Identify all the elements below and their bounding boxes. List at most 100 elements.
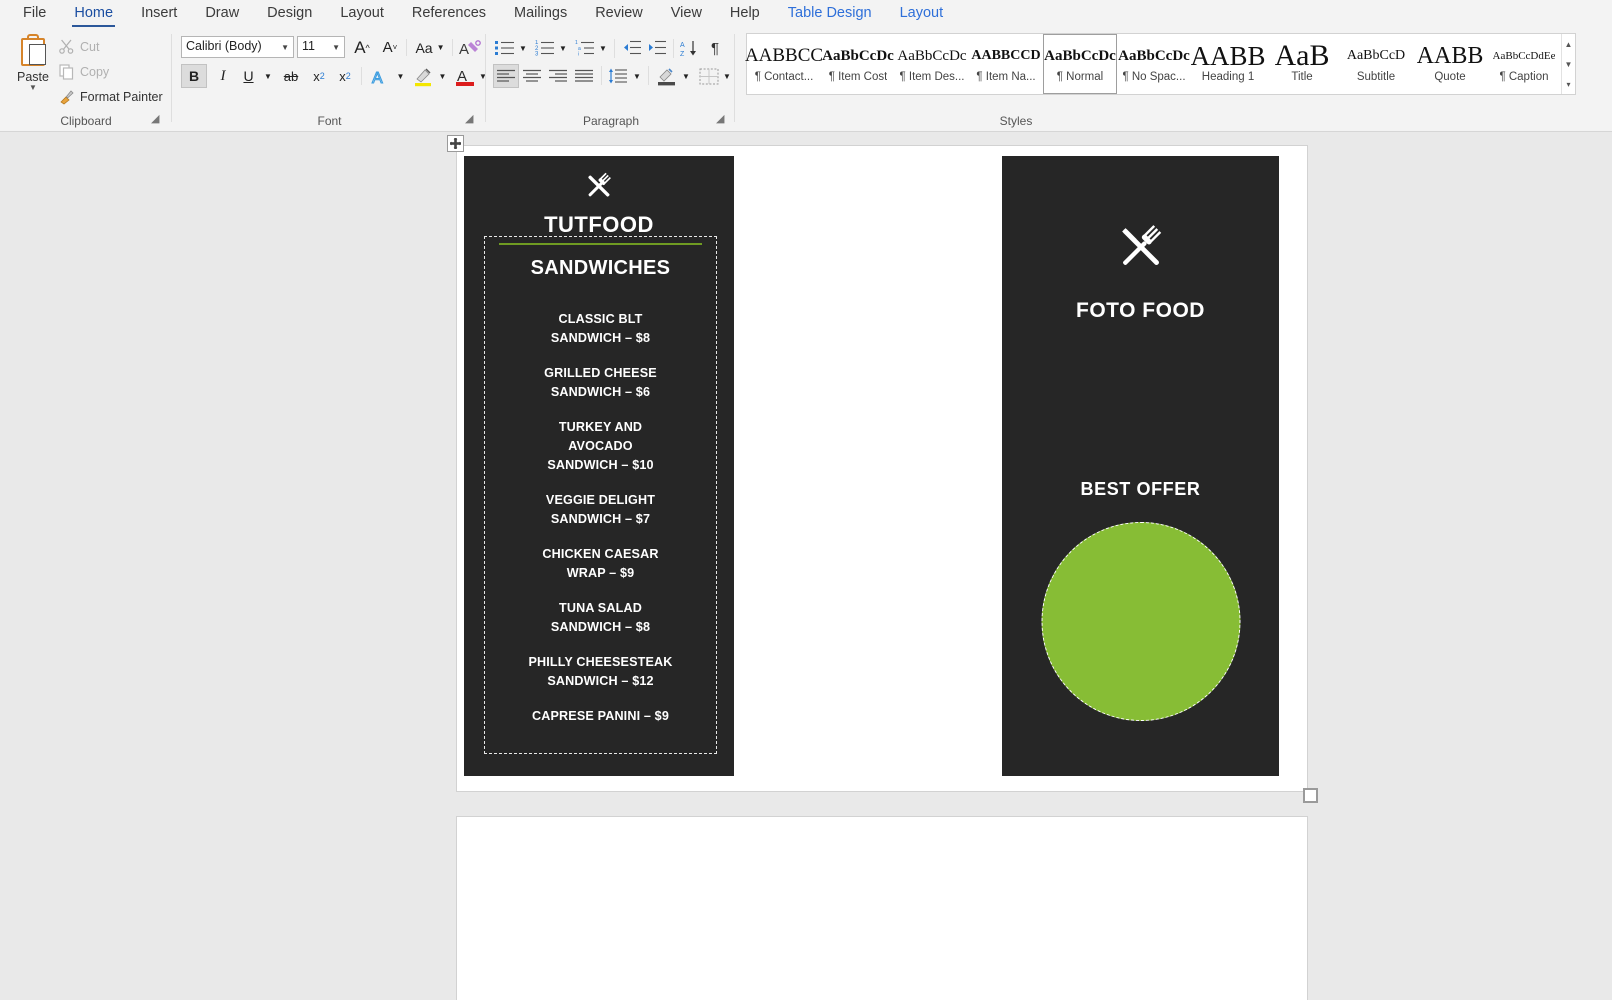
tab-references[interactable]: References [399,2,499,26]
font-size-combo[interactable]: 11 ▼ [297,36,345,58]
clear-formatting-button[interactable]: A [457,36,482,59]
subscript-button[interactable]: x2 [306,64,332,88]
copy-button[interactable]: Copy [58,63,109,80]
style-name: Subtitle [1356,71,1396,83]
style-item-2[interactable]: AaBbCcDc ¶ Item Des... [895,34,969,94]
ribbon-tab-bar: File Home Insert Draw Design Layout Refe… [0,0,1612,28]
chevron-up-icon[interactable]: ▲ [1565,40,1573,49]
change-case-button[interactable]: Aa ▼ [411,36,449,59]
style-item-0[interactable]: AABBCC ¶ Contact... [744,34,824,94]
menu-item: CAPRESE PANINI – $9 [532,709,669,723]
line-spacing-dropdown[interactable]: ▼ [630,66,644,86]
font-color-button[interactable]: A [452,64,477,88]
increase-indent-button[interactable] [645,37,669,59]
font-name-combo[interactable]: Calibri (Body) ▼ [181,36,294,58]
font-dialog-launcher[interactable]: ◢ [465,113,478,126]
borders-button[interactable] [696,64,721,88]
chevron-down-icon[interactable]: ▼ [1565,60,1573,69]
menu-panel-right[interactable]: FOTO FOOD BEST OFFER [1002,156,1279,776]
style-item-1[interactable]: AaBbCcDc ¶ Item Cost [821,34,895,94]
show-formatting-marks-button[interactable]: ¶ [704,37,726,59]
paste-dropdown-caret-icon[interactable]: ▼ [10,84,56,92]
bullets-dropdown[interactable]: ▼ [516,39,530,58]
tab-review[interactable]: Review [582,2,656,26]
bold-button[interactable]: B [181,64,207,88]
tab-file[interactable]: File [10,2,59,26]
paragraph-dialog-launcher[interactable]: ◢ [716,113,729,126]
more-styles-icon[interactable]: ▾ [1566,80,1570,89]
style-preview: AABBCCD [971,48,1041,63]
align-left-button[interactable] [493,64,519,88]
style-preview: AABBCC [744,45,824,66]
style-item-10[interactable]: AaBbCcDdEe ¶ Caption [1487,34,1561,94]
styles-gallery-scroll[interactable]: ▲ ▼ ▾ [1561,34,1575,94]
tab-view[interactable]: View [658,2,715,26]
superscript-button[interactable]: x2 [332,64,358,88]
style-name: ¶ Item Na... [976,71,1036,83]
decrease-indent-button[interactable] [620,37,644,59]
line-spacing-button[interactable] [606,64,630,88]
tab-draw[interactable]: Draw [192,2,252,26]
strikethrough-button[interactable]: ab [278,64,304,88]
multilevel-list-dropdown[interactable]: ▼ [596,39,610,58]
style-item-8[interactable]: AaBbCcD Subtitle [1339,34,1413,94]
style-preview: AaBbCcDc [1044,48,1116,64]
tab-insert[interactable]: Insert [128,2,190,26]
svg-text:A: A [459,41,469,57]
text-highlight-dropdown[interactable]: ▼ [435,66,450,86]
shading-button[interactable] [654,64,679,88]
format-painter-button[interactable]: Format Painter [58,88,163,105]
group-label-styles: Styles [999,114,1033,128]
section-title-sandwiches: SANDWICHES [530,257,671,279]
align-right-button[interactable] [545,64,571,88]
document-page-2[interactable] [456,816,1308,1000]
style-name: Heading 1 [1201,71,1255,83]
style-item-4[interactable]: AaBbCcDc ¶ Normal [1043,34,1117,94]
group-font: Calibri (Body) ▼ 11 ▼ A ^ A ˅ Aa ▼ A B I… [173,28,487,132]
cut-button[interactable]: Cut [58,38,99,55]
shading-dropdown[interactable]: ▼ [679,66,693,86]
justify-button[interactable] [571,64,597,88]
tab-table-design[interactable]: Table Design [775,2,885,26]
shrink-font-button[interactable]: A ˅ [377,36,403,59]
text-effects-dropdown[interactable]: ▼ [393,66,408,86]
document-canvas[interactable]: TUTFOOD SANDWICHES CLASSIC BLT SANDWICH –… [0,132,1612,1000]
text-effects-button[interactable]: A [367,64,393,88]
italic-button[interactable]: I [210,64,236,88]
style-item-9[interactable]: AABB Quote [1413,34,1487,94]
style-item-6[interactable]: AABB Heading 1 [1191,34,1266,94]
style-item-3[interactable]: AABBCCD ¶ Item Na... [969,34,1043,94]
style-item-5[interactable]: AaBbCcDc ¶ No Spac... [1117,34,1191,94]
tab-table-layout[interactable]: Layout [887,2,957,26]
numbering-dropdown[interactable]: ▼ [556,39,570,58]
multilevel-list-button[interactable]: 1ai [573,37,597,59]
svg-text:A: A [372,70,383,86]
table-resize-handle[interactable] [1303,788,1318,803]
table-move-handle[interactable] [447,135,464,152]
menu-item: PHILLY CHEESESTEAK SANDWICH – $12 [528,655,673,688]
bullets-button[interactable] [493,37,517,59]
tab-layout[interactable]: Layout [327,2,397,26]
borders-dropdown[interactable]: ▼ [720,66,734,86]
best-offer-circle[interactable] [1041,522,1240,721]
numbering-button[interactable]: 123 [533,37,557,59]
menu-panel-left[interactable]: TUTFOOD SANDWICHES CLASSIC BLT SANDWICH –… [464,156,734,776]
svg-text:i: i [578,52,579,57]
tab-home[interactable]: Home [61,2,126,27]
text-highlight-button[interactable] [411,64,436,88]
sort-button[interactable]: AZ [678,37,702,59]
style-item-7[interactable]: AaB Title [1265,34,1339,94]
styles-gallery[interactable]: AABBCC ¶ Contact... AaBbCcDc ¶ Item Cost AaB… [744,33,1576,95]
underline-button[interactable]: U [236,64,261,88]
underline-dropdown[interactable]: ▼ [260,66,276,86]
grow-font-button[interactable]: A ^ [349,36,375,59]
paste-button[interactable]: Paste ▼ [10,34,56,92]
chevron-down-icon: ▼ [633,71,641,81]
clipboard-dialog-launcher[interactable]: ◢ [151,113,164,126]
align-center-button[interactable] [519,64,545,88]
document-page-1[interactable]: TUTFOOD SANDWICHES CLASSIC BLT SANDWICH –… [447,135,1318,803]
pilcrow-icon: ¶ [710,39,720,57]
tab-help[interactable]: Help [717,2,773,26]
tab-mailings[interactable]: Mailings [501,2,580,26]
tab-design[interactable]: Design [254,2,325,26]
